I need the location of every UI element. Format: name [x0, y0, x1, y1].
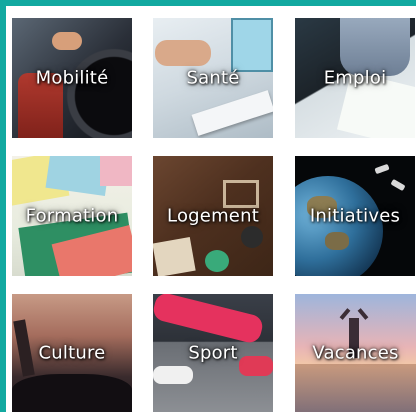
tile-label-formation: Formation: [25, 205, 119, 227]
tile-label-mobilite: Mobilité: [35, 67, 109, 89]
tile-culture[interactable]: Culture: [12, 294, 132, 412]
tile-mobilite[interactable]: Mobilité: [12, 18, 132, 138]
tile-sport[interactable]: Sport: [153, 294, 273, 412]
tile-initiatives[interactable]: Initiatives: [295, 156, 415, 276]
tile-logement[interactable]: Logement: [153, 156, 273, 276]
tile-formation[interactable]: Formation: [12, 156, 132, 276]
tile-label-vacances: Vacances: [312, 342, 399, 364]
tile-label-initiatives: Initiatives: [309, 205, 401, 227]
tile-label-logement: Logement: [167, 205, 259, 227]
tile-label-sport: Sport: [188, 342, 238, 364]
tile-label-emploi: Emploi: [323, 67, 387, 89]
tile-vacances[interactable]: Vacances: [295, 294, 416, 412]
tile-emploi[interactable]: Emploi: [295, 18, 415, 138]
tile-label-sante: Santé: [186, 67, 240, 89]
tile-label-culture: Culture: [38, 342, 106, 364]
tile-sante[interactable]: Santé: [153, 18, 273, 138]
